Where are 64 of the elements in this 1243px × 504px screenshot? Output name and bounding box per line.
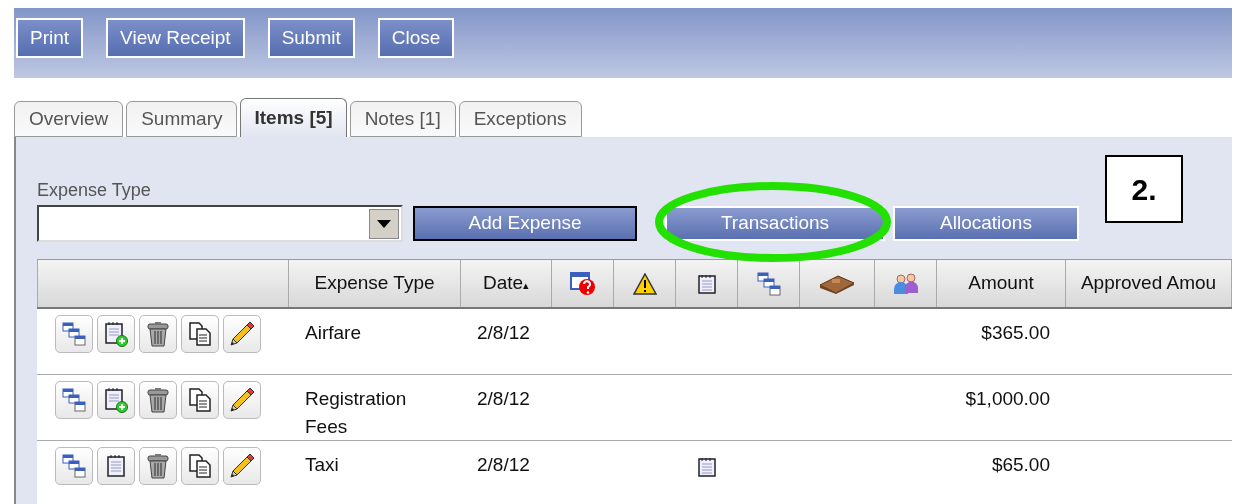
trash-can-icon[interactable] <box>147 453 169 479</box>
copy-button[interactable] <box>181 447 219 485</box>
sort-indicator[interactable]: ▴ <box>523 277 530 294</box>
pencil-icon[interactable] <box>229 321 255 347</box>
table-cell-text: $365.00 <box>981 321 1050 345</box>
tab[interactable]: Items [5] <box>240 98 347 138</box>
add-expense-button[interactable]: Add Expense <box>413 206 637 241</box>
notepad-icon[interactable] <box>106 454 126 478</box>
missing-receipt-icon <box>569 271 596 296</box>
submit-button[interactable]: Submit <box>267 18 355 58</box>
pencil-icon[interactable] <box>229 453 255 479</box>
copy-icon[interactable] <box>189 322 211 346</box>
trash-can-icon[interactable] <box>147 387 169 413</box>
copy-button[interactable] <box>181 381 219 419</box>
view-receipt-button[interactable]: View Receipt <box>106 18 245 58</box>
column-header[interactable]: Amount <box>968 269 1034 298</box>
add-note-button[interactable] <box>97 315 135 353</box>
stacked-tables-icon <box>756 271 781 296</box>
add-note-icon[interactable] <box>104 321 128 347</box>
pencil-button[interactable] <box>223 315 261 353</box>
copy-icon[interactable] <box>189 388 211 412</box>
warning-icon <box>632 272 657 295</box>
pencil-button[interactable] <box>223 447 261 485</box>
step-number: 2. <box>1105 155 1183 223</box>
trash-can-button[interactable] <box>139 381 177 419</box>
add-note-button[interactable] <box>97 381 135 419</box>
pencil-button[interactable] <box>223 381 261 419</box>
stacked-tables-button[interactable] <box>55 381 93 419</box>
table-cell-text: Airfare <box>305 321 362 345</box>
table-cell: 2/8/12 <box>477 454 530 475</box>
transactions-button[interactable]: Transactions <box>665 206 885 241</box>
stacked-tables-button[interactable] <box>55 447 93 485</box>
table-cell: 2/8/12 <box>477 322 530 343</box>
stacked-tables-icon[interactable] <box>62 388 86 412</box>
stacked-tables-icon[interactable] <box>62 454 86 478</box>
close-button[interactable]: Close <box>377 18 455 58</box>
stacked-tables-icon[interactable] <box>62 322 86 346</box>
column-header[interactable]: Date <box>482 269 524 298</box>
copy-button[interactable] <box>181 315 219 353</box>
allocations-button[interactable]: Allocations <box>893 206 1079 241</box>
tab[interactable]: Notes [1] <box>349 101 456 137</box>
tab[interactable]: Summary <box>126 101 238 137</box>
column-header[interactable]: Expense Type <box>314 269 435 298</box>
expense-type-dropdown[interactable] <box>37 205 403 242</box>
people-icon <box>892 272 919 295</box>
pencil-icon[interactable] <box>229 387 255 413</box>
trash-can-icon[interactable] <box>147 321 169 347</box>
trash-can-button[interactable] <box>139 447 177 485</box>
table-cell-text: Taxi <box>305 453 340 477</box>
table-cell: 2/8/12 <box>477 388 530 409</box>
add-note-icon[interactable] <box>104 387 128 413</box>
table-cell-text: $1,000.00 <box>965 387 1050 411</box>
print-button[interactable]: Print <box>16 18 84 58</box>
copy-icon[interactable] <box>189 454 211 478</box>
field-label: Expense Type <box>37 179 152 201</box>
notepad-button[interactable] <box>97 447 135 485</box>
tab[interactable]: Exceptions <box>458 101 582 137</box>
tab[interactable]: Overview <box>14 101 124 137</box>
table-cell-text: Registration Fees <box>305 387 408 439</box>
trash-can-button[interactable] <box>139 315 177 353</box>
stacked-tables-button[interactable] <box>55 315 93 353</box>
column-header[interactable]: Approved Amou <box>1080 269 1217 298</box>
notepad-icon <box>697 273 716 294</box>
table-cell-text: $65.00 <box>991 453 1050 477</box>
